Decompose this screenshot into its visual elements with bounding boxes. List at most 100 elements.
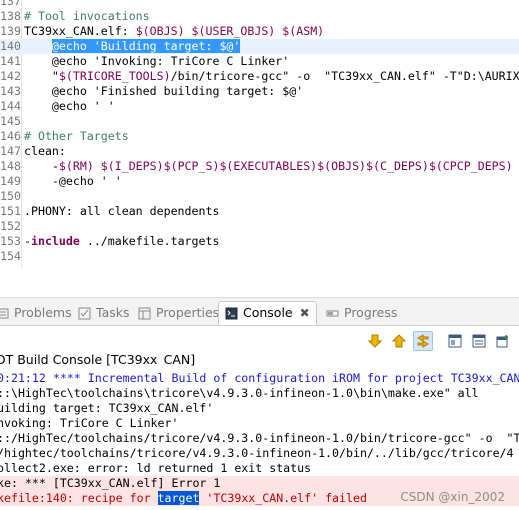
tab-console[interactable]: Console ✖ — [218, 301, 317, 325]
console-line: ke: *** [TC39xx_CAN.elf] Error 1 — [0, 476, 519, 491]
console-line-text: 0:21:12 **** Incremental Build of config… — [0, 371, 519, 386]
code-line: 140 @echo 'Building target: $@' — [0, 39, 519, 54]
line-number: 151 — [0, 204, 21, 218]
line-number: 143 — [0, 84, 21, 98]
code-line: 148 -$(RM) $(I_DEPS)$(PCP_S)$(EXECUTABLE… — [0, 159, 519, 174]
console-line: 0:21:12 **** Incremental Build of config… — [0, 371, 519, 386]
open-console-button[interactable] — [493, 331, 513, 351]
console-line-text: /hightec/toolchains/tricore/v4.9.3.0-inf… — [0, 446, 514, 461]
previous-error-button[interactable] — [389, 331, 409, 351]
code-line: 145 — [0, 114, 519, 129]
code-text: -@echo ' ' — [24, 174, 122, 189]
next-error-button[interactable] — [365, 331, 385, 351]
line-number: 142 — [0, 69, 21, 83]
console-line-text: uilding target: TC39xx_CAN.elf' — [0, 401, 213, 416]
console-output[interactable]: 0:21:12 **** Incremental Build of config… — [0, 366, 519, 510]
tab-properties-label: Properties — [156, 305, 220, 320]
code-line: 137 — [0, 0, 519, 9]
code-line: 139 TC39xx_CAN.elf: $(OBJS) $(USER_OBJS) … — [0, 24, 519, 39]
code-text: -$(RM) $(I_DEPS)$(PCP_S)$(EXECUTABLES)$(… — [24, 159, 513, 174]
line-number: 144 — [0, 99, 21, 113]
code-token: $(RM) $(I_DEPS)$(PCP_S)$(EXECUTABLES)$(O… — [58, 159, 513, 173]
code-line: 151 .PHONY: all clean dependents — [0, 204, 519, 219]
console-text-segment: ke: *** [TC39xx_CAN.elf] Error 1 — [0, 476, 221, 490]
code-token: - — [24, 159, 59, 173]
code-token: $(TRICORE_TOOLS) — [58, 69, 171, 83]
code-token: TC39xx_CAN.elf: — [24, 24, 136, 38]
console-line: uilding target: TC39xx_CAN.elf' — [0, 401, 519, 416]
line-number: 140 — [0, 39, 21, 53]
code-text: .PHONY: all clean dependents — [24, 204, 219, 219]
console-text-segment: ::/HighTec/toolchains/tricore/v4.9.3.0-i… — [0, 431, 519, 445]
tab-progress-label: Progress — [344, 305, 398, 320]
selected-text: @echo 'Building target: $@' — [51, 39, 241, 53]
link-with-editor-button[interactable] — [413, 331, 433, 351]
code-line: 153 -include ../makefile.targets — [0, 234, 519, 249]
new-console-icon — [496, 335, 508, 348]
code-line: 144 @echo ' ' — [0, 99, 519, 114]
pin-console-button[interactable] — [469, 331, 489, 351]
code-line: 146 # Other Targets — [0, 129, 519, 144]
code-text: @echo 'Building target: $@' — [24, 39, 241, 54]
code-text: @echo 'Finished building target: $@' — [24, 84, 303, 99]
console-text-segment: /hightec/toolchains/tricore/v4.9.3.0-inf… — [0, 446, 514, 460]
console-line: /hightec/toolchains/tricore/v4.9.3.0-inf… — [0, 446, 519, 461]
console-text-segment: 'TC39xx_CAN.elf' failed — [199, 491, 367, 505]
problems-icon — [0, 308, 9, 318]
console-header: DT Build Console [TC39xx_CAN] — [0, 326, 519, 367]
tab-tasks[interactable]: Tasks — [72, 301, 136, 325]
console-line-text: nvoking: TriCore C Linker' — [0, 416, 178, 431]
console-display-icon — [448, 334, 462, 348]
arrow-down-icon — [368, 334, 382, 348]
code-token: include — [30, 234, 80, 248]
line-number: 154 — [0, 249, 21, 263]
code-text: @echo 'Invoking: TriCore C Linker' — [24, 54, 289, 69]
code-line: 150 — [0, 189, 519, 204]
tab-properties[interactable]: Properties — [132, 301, 225, 325]
code-token: /bin/tricore-gcc" -o "TC39xx_CAN.elf" -T… — [170, 69, 519, 83]
line-number: 145 — [0, 114, 21, 128]
tab-progress[interactable]: Progress — [320, 301, 403, 325]
code-text: # Tool invocations — [24, 9, 150, 24]
code-token: - — [24, 234, 31, 248]
console-line-text: ke: *** [TC39xx_CAN.elf] Error 1 — [0, 476, 220, 491]
line-number: 137 — [0, 0, 21, 8]
views-tabbar: Problems Tasks Properties Console ✖ Prog… — [0, 298, 519, 326]
line-number: 153 — [0, 234, 21, 248]
code-token: # Other Targets — [24, 129, 129, 143]
makefile-editor[interactable]: 137 138 # Tool invocations 139 TC39xx_CAN.el… — [0, 0, 519, 268]
line-number: 149 — [0, 174, 21, 188]
code-line: 152 — [0, 219, 519, 234]
code-line: 147 clean: — [0, 144, 519, 159]
display-console-button[interactable] — [445, 331, 465, 351]
line-number: 141 — [0, 54, 21, 68]
code-text: -include ../makefile.targets — [24, 234, 219, 249]
line-number: 152 — [0, 219, 21, 233]
code-text: clean: — [24, 144, 66, 159]
code-token: ../makefile.targets — [79, 234, 220, 248]
tab-problems-label: Problems — [14, 305, 72, 320]
code-token: $(OBJS) $(USER_OBJS) $(ASM) — [135, 24, 325, 38]
watermark: CSDN @xin_2002 — [400, 490, 505, 504]
console-text-segment: ollect2.exe: error: ld returned 1 exit s… — [0, 461, 312, 475]
code-text: @echo ' ' — [24, 99, 115, 114]
tab-problems[interactable]: Problems — [0, 301, 78, 325]
console-pin-icon — [472, 334, 486, 348]
line-number: 138 — [0, 9, 21, 23]
console-text-segment: ::\HighTec\toolchains\tricore\v4.9.3.0-i… — [0, 386, 479, 400]
code-line: 154 — [0, 249, 519, 264]
tab-console-label: Console — [243, 305, 293, 320]
code-text: "$(TRICORE_TOOLS)/bin/tricore-gcc" -o "T… — [24, 69, 519, 84]
code-token: @echo 'Invoking: TriCore C Linker' — [24, 54, 290, 68]
code-token: # Tool invocations — [24, 9, 150, 23]
line-number: 139 — [0, 24, 21, 38]
close-icon[interactable]: ✖ — [300, 302, 310, 324]
line-number: 148 — [0, 159, 21, 173]
console-text-segment: 0:21:12 **** Incremental Build of config… — [0, 371, 519, 385]
editor-views-divider[interactable] — [0, 268, 519, 298]
code-line: 141 @echo 'Invoking: TriCore C Linker' — [0, 54, 519, 69]
console-line-text: ::\HighTec\toolchains\tricore\v4.9.3.0-i… — [0, 386, 479, 401]
code-line: 142 "$(TRICORE_TOOLS)/bin/tricore-gcc" -… — [0, 69, 519, 84]
search-highlight: target — [157, 491, 200, 505]
